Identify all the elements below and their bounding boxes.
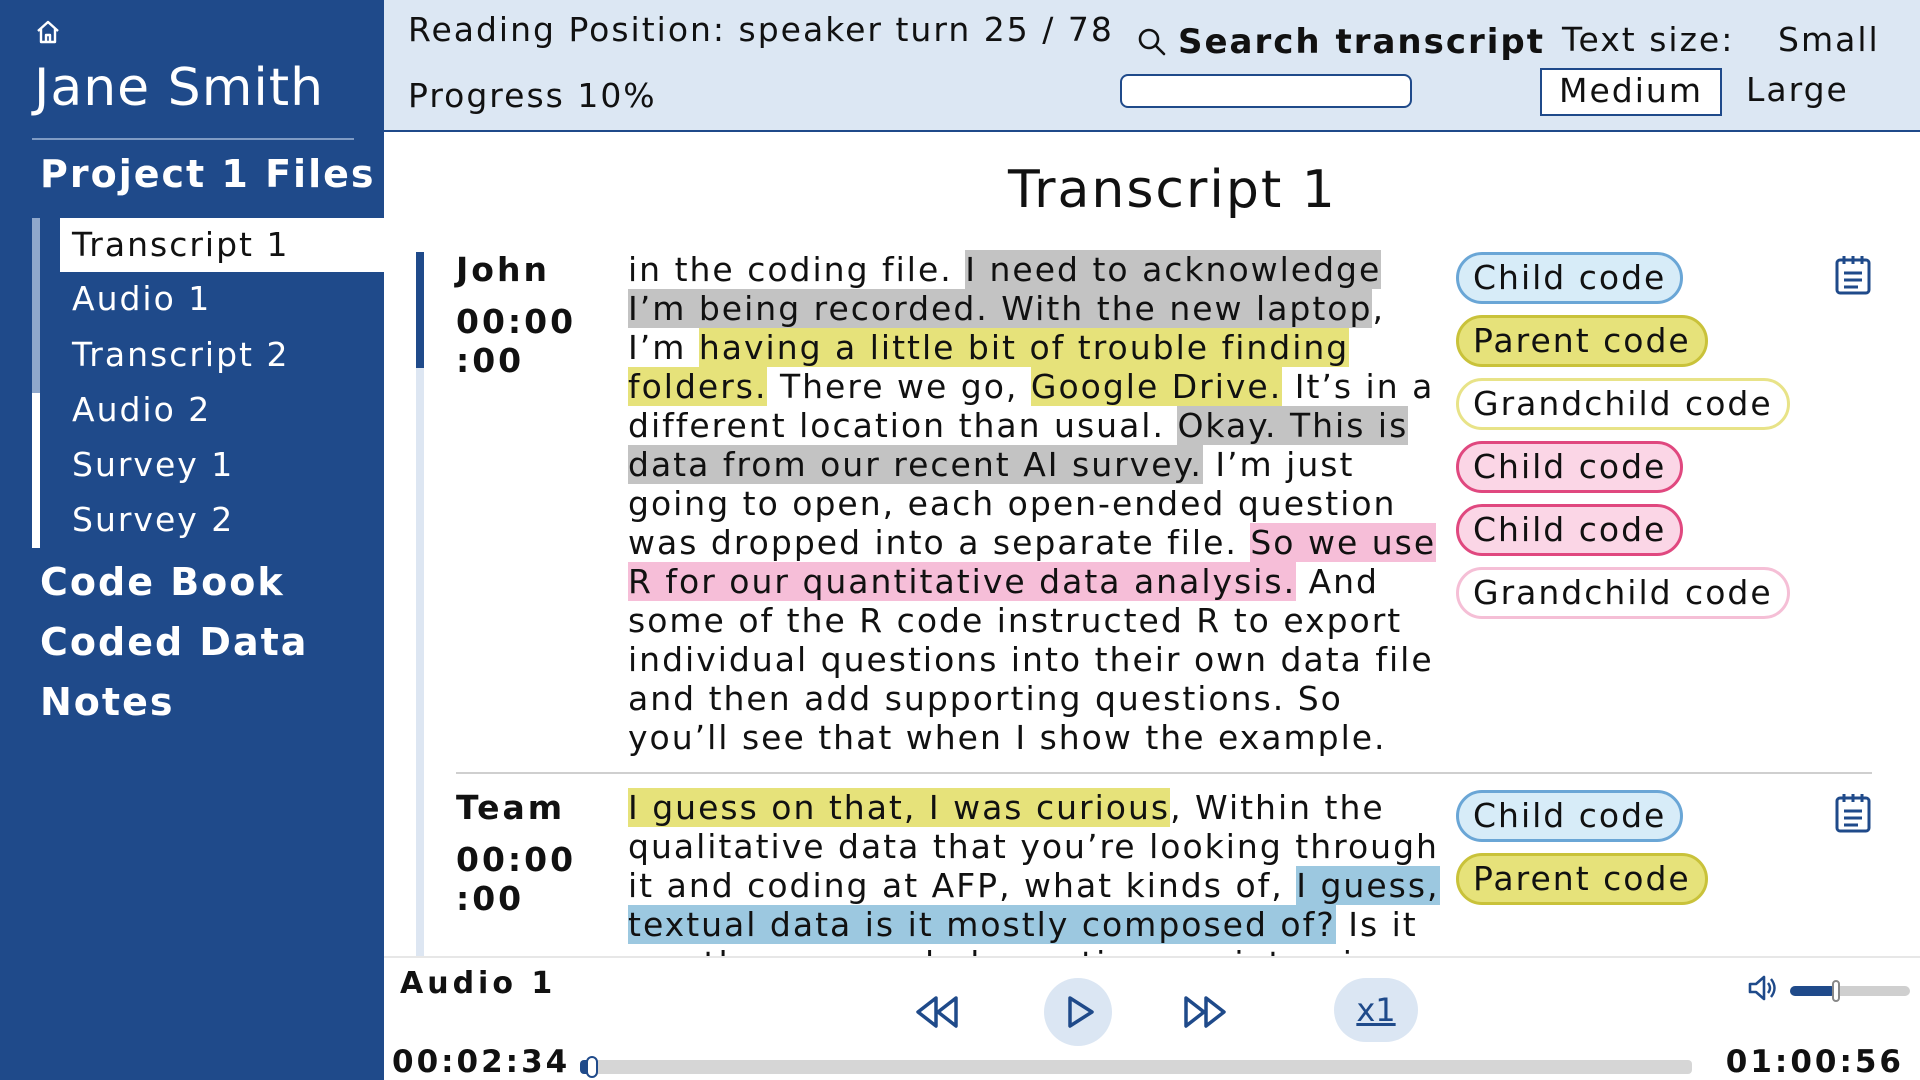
code-tag[interactable]: Child code <box>1456 504 1684 556</box>
reading-position: Reading Position: speaker turn 25 / 78 <box>408 10 1114 49</box>
sidebar-item-transcript-1[interactable]: Transcript 1 <box>60 218 384 272</box>
code-tag[interactable]: Child code <box>1456 790 1684 842</box>
reading-progress: Progress 10% <box>408 76 657 115</box>
volume-level <box>1790 986 1836 996</box>
rewind-icon[interactable] <box>912 990 962 1034</box>
play-icon <box>1068 996 1094 1028</box>
text-size-small[interactable]: Small <box>1778 20 1880 59</box>
text-segment: in the coding file. <box>628 250 966 289</box>
file-list-scroll-thumb[interactable] <box>32 218 40 393</box>
highlighted-segment[interactable]: Google Drive. <box>1030 367 1283 406</box>
speaker-name: John <box>456 250 550 289</box>
text-size-medium[interactable]: Medium <box>1540 68 1722 116</box>
nav-coded-data[interactable]: Coded Data <box>40 620 308 664</box>
code-tag[interactable]: Parent code <box>1456 853 1708 905</box>
turn-scroll-thumb[interactable] <box>416 252 424 368</box>
playback-speed-button[interactable]: x1 <box>1334 978 1418 1042</box>
volume-handle[interactable] <box>1831 980 1840 1002</box>
sidebar-item-survey-1[interactable]: Survey 1 <box>60 438 384 492</box>
timestamp-line: :00 <box>456 879 525 918</box>
fast-forward-icon[interactable] <box>1180 990 1230 1034</box>
sidebar-item-audio-2[interactable]: Audio 2 <box>60 383 384 437</box>
search-icon <box>1138 28 1166 56</box>
notepad-icon[interactable] <box>1834 792 1872 834</box>
total-time: 01:00:56 <box>1725 1044 1904 1080</box>
sidebar-item-survey-2[interactable]: Survey 2 <box>60 493 384 547</box>
volume-slider[interactable] <box>1790 980 1910 1002</box>
search-input[interactable] <box>1120 74 1412 108</box>
notepad-icon[interactable] <box>1834 254 1872 296</box>
top-bar: Reading Position: speaker turn 25 / 78 P… <box>384 0 1920 132</box>
player-title: Audio 1 <box>400 966 557 1001</box>
seek-bar[interactable] <box>580 1056 1692 1078</box>
user-name: Jane Smith <box>34 58 325 118</box>
play-button[interactable] <box>1044 978 1112 1046</box>
timestamp-line: 00:00 <box>456 840 577 879</box>
transcript-turn-text[interactable]: I guess on that, I was curious, Within t… <box>628 788 1448 983</box>
code-tag[interactable]: Parent code <box>1456 315 1708 367</box>
nav-notes[interactable]: Notes <box>40 680 174 724</box>
code-tag[interactable]: Grandchild code <box>1456 378 1790 430</box>
code-tag[interactable]: Child code <box>1456 441 1684 493</box>
sidebar-item-audio-1[interactable]: Audio 1 <box>60 272 384 326</box>
timestamp-line: :00 <box>456 341 525 380</box>
document-title: Transcript 1 <box>1008 160 1337 220</box>
search-label: Search transcript <box>1178 22 1546 62</box>
code-tag[interactable]: Child code <box>1456 252 1684 304</box>
text-segment: There we go, <box>767 367 1031 406</box>
audio-player: Audio 1 x1 00:02:34 01:00:56 <box>384 956 1920 1080</box>
turn-timestamp[interactable]: 00:00 :00 <box>456 840 596 918</box>
turn-timestamp[interactable]: 00:00 :00 <box>456 302 596 380</box>
project-files-heading[interactable]: Project 1 Files <box>40 152 375 196</box>
turn-divider <box>456 772 1872 774</box>
volume-icon[interactable] <box>1746 972 1778 1004</box>
sidebar-divider <box>32 138 354 140</box>
sidebar: Jane Smith Project 1 Files Transcript 1 … <box>0 0 384 1080</box>
seek-handle[interactable] <box>586 1056 599 1078</box>
timestamp-line: 00:00 <box>456 302 577 341</box>
nav-code-book[interactable]: Code Book <box>40 560 285 604</box>
home-icon[interactable] <box>34 18 62 46</box>
speaker-name: Team <box>456 788 566 827</box>
code-tag[interactable]: Grandchild code <box>1456 567 1790 619</box>
text-size-label: Text size: <box>1562 20 1735 59</box>
transcript-turn-text[interactable]: in the coding file. I need to acknowledg… <box>628 250 1448 757</box>
highlighted-segment[interactable]: I guess on that, I was curious <box>628 788 1171 827</box>
sidebar-item-transcript-2[interactable]: Transcript 2 <box>60 328 384 382</box>
text-size-large[interactable]: Large <box>1746 70 1849 109</box>
current-time: 00:02:34 <box>392 1044 571 1080</box>
